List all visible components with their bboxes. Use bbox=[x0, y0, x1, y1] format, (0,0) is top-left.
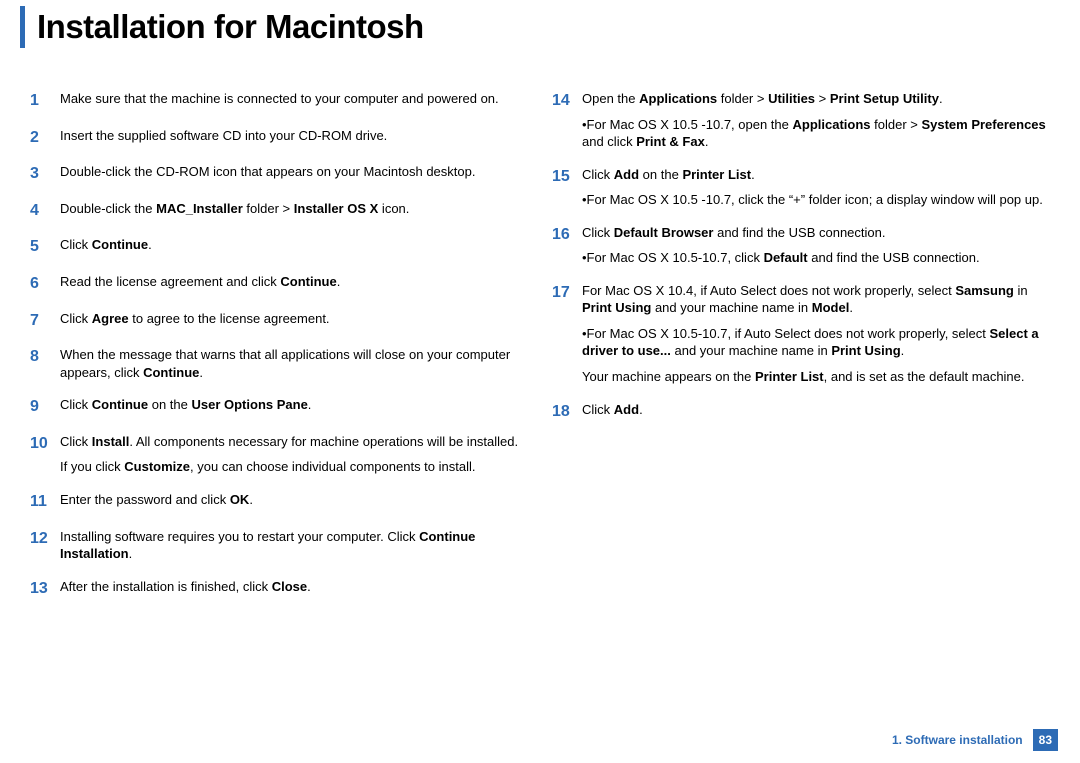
step-number: 6 bbox=[30, 273, 60, 295]
step-18: 18Click Add. bbox=[552, 401, 1054, 423]
step-body: Installing software requires you to rest… bbox=[60, 528, 532, 563]
step-body: Click Continue. bbox=[60, 236, 532, 254]
footer-chapter: 1. Software installation bbox=[892, 733, 1023, 747]
step-text: Click Continue on the User Options Pane. bbox=[60, 396, 532, 414]
step-body: Insert the supplied software CD into you… bbox=[60, 127, 532, 145]
step-number: 10 bbox=[30, 433, 60, 455]
step-8: 8When the message that warns that all ap… bbox=[30, 346, 532, 381]
step-text: •For Mac OS X 10.5 -10.7, open the Appli… bbox=[582, 116, 1054, 151]
step-14: 14Open the Applications folder > Utiliti… bbox=[552, 90, 1054, 151]
step-text: Insert the supplied software CD into you… bbox=[60, 127, 532, 145]
step-5: 5Click Continue. bbox=[30, 236, 532, 258]
step-text: Your machine appears on the Printer List… bbox=[582, 368, 1054, 386]
step-number: 8 bbox=[30, 346, 60, 368]
step-number: 18 bbox=[552, 401, 582, 423]
step-body: Read the license agreement and click Con… bbox=[60, 273, 532, 291]
step-text: Click Default Browser and find the USB c… bbox=[582, 224, 1054, 242]
step-text: Click Agree to agree to the license agre… bbox=[60, 310, 532, 328]
step-body: Make sure that the machine is connected … bbox=[60, 90, 532, 108]
step-body: Click Add on the Printer List. •For Mac O… bbox=[582, 166, 1054, 209]
step-number: 3 bbox=[30, 163, 60, 185]
step-number: 5 bbox=[30, 236, 60, 258]
step-10: 10Click Install. All components necessar… bbox=[30, 433, 532, 476]
step-12: 12Installing software requires you to re… bbox=[30, 528, 532, 563]
step-text: For Mac OS X 10.4, if Auto Select does n… bbox=[582, 282, 1054, 317]
step-text: •For Mac OS X 10.5-10.7, if Auto Select … bbox=[582, 325, 1054, 360]
title-accent bbox=[20, 6, 25, 48]
step-number: 2 bbox=[30, 127, 60, 149]
step-body: After the installation is finished, clic… bbox=[60, 578, 532, 596]
step-body: Click Continue on the User Options Pane. bbox=[60, 396, 532, 414]
step-4: 4Double-click the MAC_Installer folder >… bbox=[30, 200, 532, 222]
step-text: Click Continue. bbox=[60, 236, 532, 254]
step-number: 17 bbox=[552, 282, 582, 304]
step-1: 1Make sure that the machine is connected… bbox=[30, 90, 532, 112]
step-text: Double-click the MAC_Installer folder > … bbox=[60, 200, 532, 218]
step-text: Make sure that the machine is connected … bbox=[60, 90, 532, 108]
step-body: Click Install. All components necessary … bbox=[60, 433, 532, 476]
left-column: 1Make sure that the machine is connected… bbox=[30, 90, 532, 614]
step-number: 4 bbox=[30, 200, 60, 222]
step-3: 3Double-click the CD-ROM icon that appea… bbox=[30, 163, 532, 185]
step-body: Click Add. bbox=[582, 401, 1054, 419]
step-15: 15Click Add on the Printer List. •For Mac… bbox=[552, 166, 1054, 209]
step-text: •For Mac OS X 10.5-10.7, click Default a… bbox=[582, 249, 1054, 267]
step-number: 11 bbox=[30, 491, 60, 513]
step-body: Double-click the MAC_Installer folder > … bbox=[60, 200, 532, 218]
step-number: 1 bbox=[30, 90, 60, 112]
step-text: Enter the password and click OK. bbox=[60, 491, 532, 509]
step-text: If you click Customize, you can choose i… bbox=[60, 458, 532, 476]
step-text: Read the license agreement and click Con… bbox=[60, 273, 532, 291]
step-number: 7 bbox=[30, 310, 60, 332]
step-number: 14 bbox=[552, 90, 582, 112]
footer-page-number: 83 bbox=[1033, 729, 1058, 751]
step-number: 13 bbox=[30, 578, 60, 600]
step-body: For Mac OS X 10.4, if Auto Select does n… bbox=[582, 282, 1054, 386]
content-columns: 1Make sure that the machine is connected… bbox=[0, 60, 1080, 614]
step-13: 13After the installation is finished, cl… bbox=[30, 578, 532, 600]
step-6: 6Read the license agreement and click Co… bbox=[30, 273, 532, 295]
title-bar: Installation for Macintosh bbox=[0, 0, 1080, 60]
step-9: 9Click Continue on the User Options Pane… bbox=[30, 396, 532, 418]
step-body: Enter the password and click OK. bbox=[60, 491, 532, 509]
step-text: After the installation is finished, clic… bbox=[60, 578, 532, 596]
step-2: 2Insert the supplied software CD into yo… bbox=[30, 127, 532, 149]
step-number: 12 bbox=[30, 528, 60, 550]
step-body: Double-click the CD-ROM icon that appear… bbox=[60, 163, 532, 181]
step-number: 15 bbox=[552, 166, 582, 188]
step-text: Click Add. bbox=[582, 401, 1054, 419]
step-text: Click Install. All components necessary … bbox=[60, 433, 532, 451]
step-7: 7Click Agree to agree to the license agr… bbox=[30, 310, 532, 332]
step-text: When the message that warns that all app… bbox=[60, 346, 532, 381]
step-text: Installing software requires you to rest… bbox=[60, 528, 532, 563]
step-number: 16 bbox=[552, 224, 582, 246]
step-number: 9 bbox=[30, 396, 60, 418]
step-17: 17For Mac OS X 10.4, if Auto Select does… bbox=[552, 282, 1054, 386]
step-body: Click Agree to agree to the license agre… bbox=[60, 310, 532, 328]
footer: 1. Software installation 83 bbox=[892, 729, 1058, 751]
step-11: 11Enter the password and click OK. bbox=[30, 491, 532, 513]
step-text: Double-click the CD-ROM icon that appear… bbox=[60, 163, 532, 181]
step-text: Open the Applications folder > Utilities… bbox=[582, 90, 1054, 108]
step-body: Click Default Browser and find the USB c… bbox=[582, 224, 1054, 267]
right-column: 14Open the Applications folder > Utiliti… bbox=[552, 90, 1054, 614]
step-16: 16Click Default Browser and find the USB… bbox=[552, 224, 1054, 267]
step-text: •For Mac OS X 10.5 -10.7, click the “+” … bbox=[582, 191, 1054, 209]
step-text: Click Add on the Printer List. bbox=[582, 166, 1054, 184]
step-body: Open the Applications folder > Utilities… bbox=[582, 90, 1054, 151]
step-body: When the message that warns that all app… bbox=[60, 346, 532, 381]
page-title: Installation for Macintosh bbox=[37, 8, 424, 46]
